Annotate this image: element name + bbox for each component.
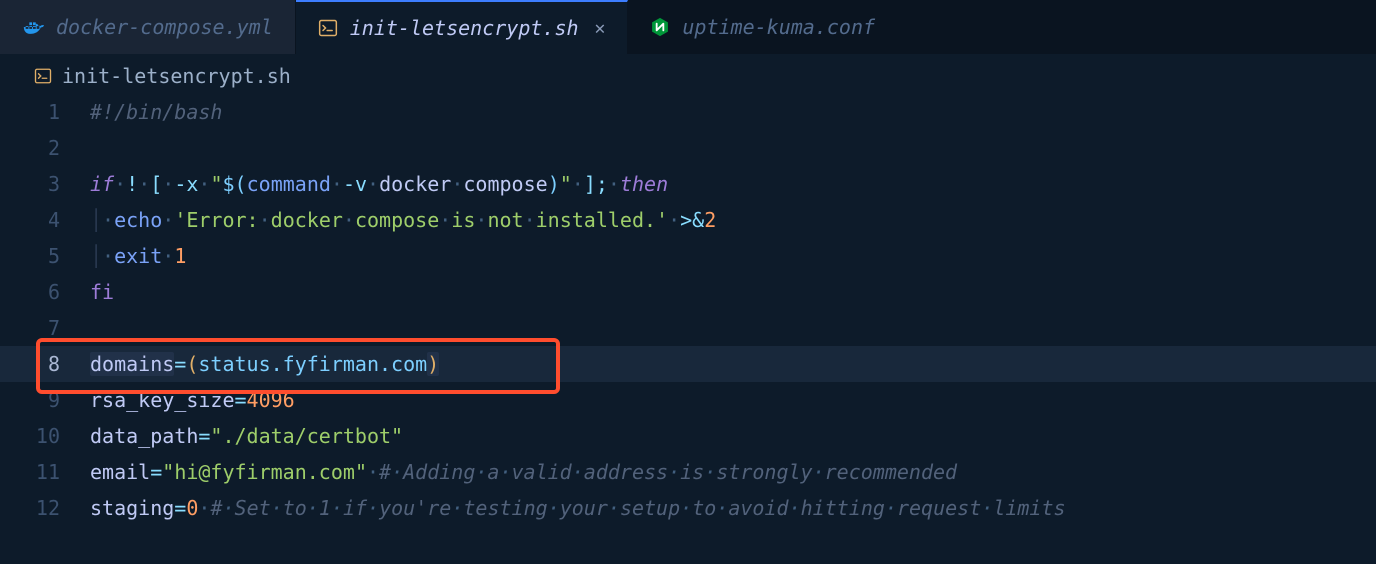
shell-icon [34, 67, 52, 85]
line-number: 12 [0, 490, 90, 526]
code-line[interactable]: 4 │·echo·'Error:·docker·compose·is·not·i… [0, 202, 1376, 238]
code-line[interactable]: 12 staging=0·#·Set·to·1·if·you're·testin… [0, 490, 1376, 526]
docker-icon [22, 16, 44, 38]
tab-label: init-letsencrypt.sh [350, 16, 579, 40]
line-number: 8 [0, 346, 90, 382]
line-number: 9 [0, 382, 90, 418]
line-number: 11 [0, 454, 90, 490]
line-number: 6 [0, 274, 90, 310]
nginx-icon [650, 17, 670, 37]
code-line[interactable]: 8 domains=(status.fyfirman.com) [0, 346, 1376, 382]
code-line[interactable]: 10 data_path="./data/certbot" [0, 418, 1376, 454]
tab-init-letsencrypt[interactable]: init-letsencrypt.sh ✕ [296, 0, 629, 54]
shell-icon [318, 18, 338, 38]
tab-label: docker-compose.yml [56, 15, 273, 39]
tab-uptime-kuma[interactable]: uptime-kuma.conf [628, 0, 898, 54]
code-line[interactable]: 1 #!/bin/bash [0, 94, 1376, 130]
line-number: 4 [0, 202, 90, 238]
line-number: 1 [0, 94, 90, 130]
code-line[interactable]: 7 [0, 310, 1376, 346]
code-line[interactable]: 6 fi [0, 274, 1376, 310]
code-line[interactable]: 11 email="hi@fyfirman.com"·#·Adding·a·va… [0, 454, 1376, 490]
line-number: 7 [0, 310, 90, 346]
tab-docker-compose[interactable]: docker-compose.yml [0, 0, 296, 54]
breadcrumb[interactable]: init-letsencrypt.sh [0, 54, 1376, 94]
close-icon[interactable]: ✕ [595, 18, 606, 39]
breadcrumb-path: init-letsencrypt.sh [62, 64, 291, 88]
line-number: 3 [0, 166, 90, 202]
code-line[interactable]: 3 if· ! !·[·-x·"$(command·-v·docker·comp… [0, 166, 1376, 202]
line-number: 10 [0, 418, 90, 454]
code-editor[interactable]: 1 #!/bin/bash 2 3 if· ! !·[·-x·"$(comman… [0, 94, 1376, 526]
line-number: 5 [0, 238, 90, 274]
editor-tabs: docker-compose.yml init-letsencrypt.sh ✕… [0, 0, 1376, 54]
code-line[interactable]: 5 │·exit·1 [0, 238, 1376, 274]
code-line[interactable]: 9 rsa_key_size=4096 [0, 382, 1376, 418]
line-number: 2 [0, 130, 90, 166]
tab-label: uptime-kuma.conf [682, 15, 875, 39]
code-line[interactable]: 2 [0, 130, 1376, 166]
